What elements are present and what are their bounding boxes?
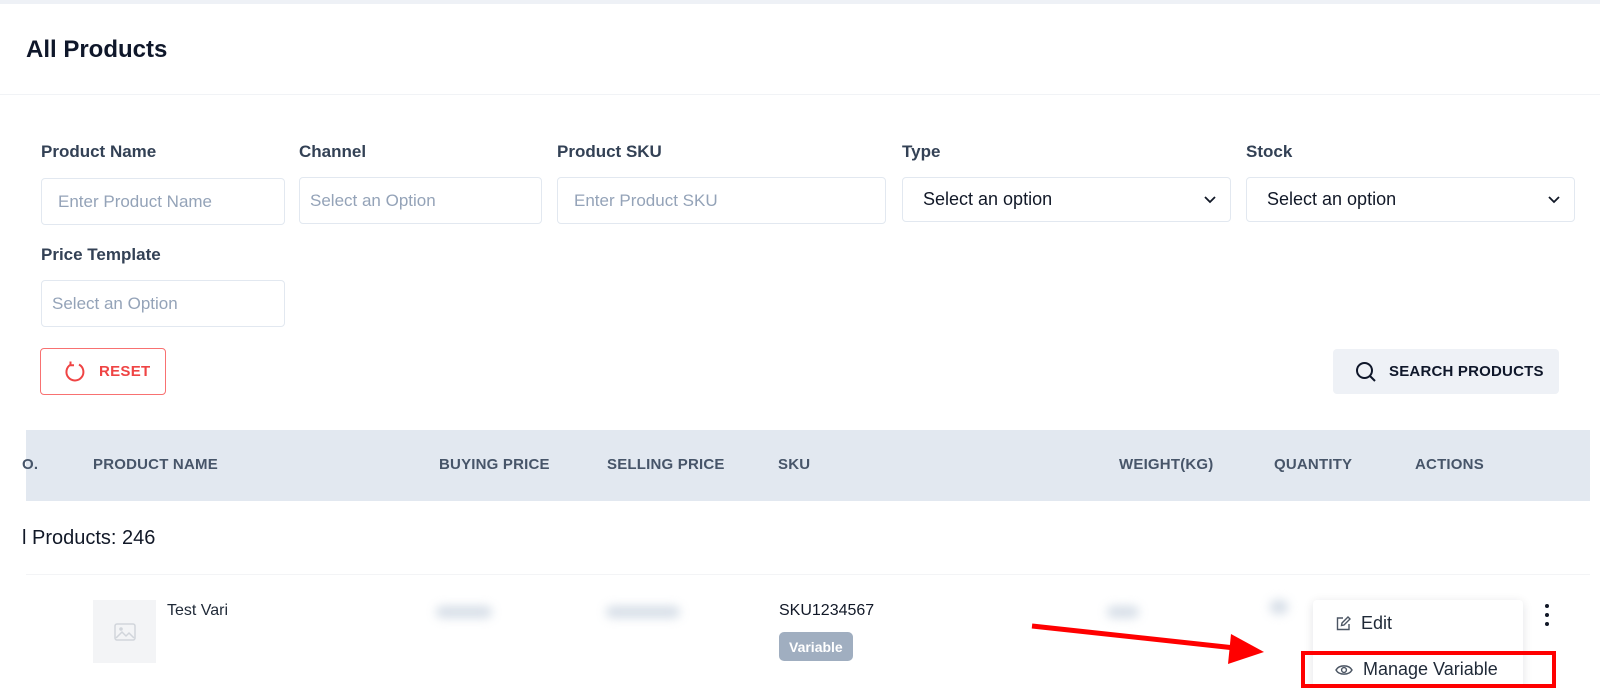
stock-select-value: Select an option: [1267, 189, 1397, 209]
menu-item-edit-label: Edit: [1361, 613, 1393, 633]
stock-label: Stock: [1246, 142, 1293, 161]
weight-value: [1107, 606, 1139, 618]
chevron-down-icon: [1548, 196, 1560, 204]
type-select-value: Select an option: [923, 189, 1053, 209]
search-button-label: SEARCH PRODUCTS: [1389, 363, 1544, 380]
reset-button[interactable]: RESET: [40, 348, 166, 395]
annotation-arrow: [1031, 623, 1264, 664]
chevron-down-icon: [1204, 196, 1216, 204]
type-badge: Variable: [779, 632, 853, 661]
top-border: [0, 0, 1600, 4]
page: All Products Product Name Enter Product …: [0, 0, 1600, 688]
table-header: O. PRODUCT NAME BUYING PRICE SELLING PRI…: [22, 430, 1590, 501]
buying-price-value: [436, 606, 492, 618]
channel-label: Channel: [299, 142, 367, 161]
column-header-buying-price[interactable]: BUYING PRICE: [439, 456, 550, 473]
column-header-weight[interactable]: WEIGHT(KG): [1119, 456, 1213, 473]
product-name[interactable]: Test Vari: [167, 602, 228, 620]
refresh-icon: [65, 361, 85, 381]
edit-icon: [1336, 615, 1351, 630]
quantity-value: [1270, 600, 1288, 614]
divider: [0, 94, 1600, 95]
column-header-product-name[interactable]: PRODUCT NAME: [93, 456, 218, 473]
search-icon: [1356, 361, 1376, 382]
divider: [26, 574, 1590, 575]
menu-item-edit[interactable]: Edit: [1335, 613, 1392, 634]
product-thumbnail: [93, 600, 156, 663]
column-header-selling-price[interactable]: SELLING PRICE: [607, 456, 725, 473]
column-header-actions: ACTIONS: [1415, 456, 1484, 473]
product-sku-input[interactable]: Enter Product SKU: [557, 177, 886, 224]
selling-price-value: [606, 606, 680, 618]
product-name-label: Product Name: [41, 142, 157, 161]
column-header-no: O.: [22, 456, 39, 473]
product-sku-label: Product SKU: [557, 142, 662, 161]
price-template-select[interactable]: Select an Option: [41, 280, 285, 327]
product-sku: SKU1234567: [779, 602, 875, 619]
type-select[interactable]: Select an option: [902, 177, 1231, 222]
channel-select[interactable]: Select an Option: [299, 177, 542, 224]
search-products-button[interactable]: SEARCH PRODUCTS: [1333, 349, 1559, 394]
column-header-quantity[interactable]: QUANTITY: [1274, 456, 1352, 473]
total-products-count: l Products: 246: [22, 527, 156, 549]
annotation-highlight-box: [1301, 651, 1556, 688]
product-name-input[interactable]: Enter Product Name: [41, 178, 285, 225]
type-label: Type: [902, 142, 941, 161]
column-header-sku[interactable]: SKU: [778, 456, 810, 473]
page-title: All Products: [26, 36, 168, 63]
stock-select[interactable]: Select an option: [1246, 177, 1575, 222]
reset-button-label: RESET: [99, 363, 151, 380]
image-placeholder-icon: [113, 622, 136, 641]
kebab-icon[interactable]: [1537, 602, 1557, 628]
price-template-label: Price Template: [41, 245, 161, 264]
